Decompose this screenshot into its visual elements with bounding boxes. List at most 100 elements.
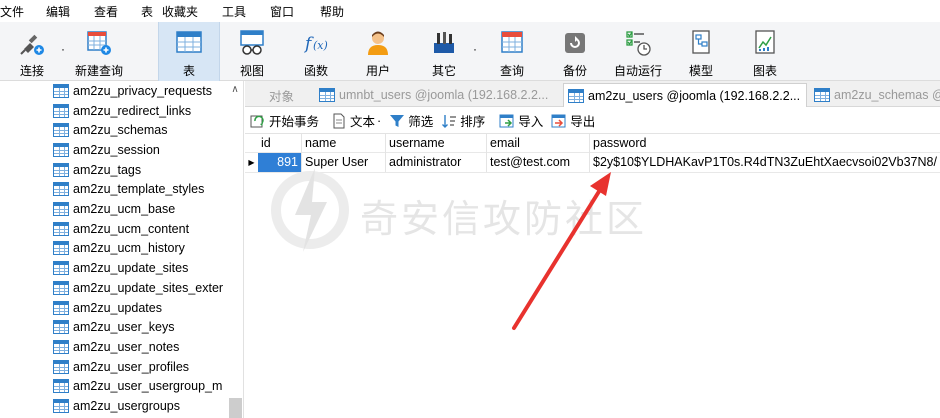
cell-email[interactable]: test@test.com — [487, 153, 590, 172]
column-header-id[interactable]: id — [258, 134, 302, 153]
menu-window[interactable]: 窗口 — [270, 3, 294, 20]
new-query-icon — [85, 29, 113, 57]
column-header-name[interactable]: name — [302, 134, 386, 153]
tree-item-label: am2zu_schemas — [73, 123, 168, 138]
tree-item-table[interactable]: am2zu_user_usergroup_m — [53, 377, 222, 397]
model-button[interactable]: 模型 — [681, 22, 721, 81]
query-button[interactable]: 查询 — [492, 22, 532, 81]
tree-item-table[interactable]: am2zu_tags — [53, 160, 141, 180]
tree-item-table[interactable]: am2zu_template_styles — [53, 180, 204, 200]
tree-item-table[interactable]: am2zu_session — [53, 140, 160, 160]
other-dropdown-icon[interactable]: · — [473, 42, 477, 56]
table-icon — [175, 29, 203, 57]
import-button[interactable]: 导入 — [499, 111, 543, 130]
new-query-label: 新建查询 — [74, 64, 123, 78]
connect-button[interactable]: 连接 — [12, 22, 52, 81]
text-button[interactable]: 文本 · — [331, 111, 381, 130]
export-button[interactable]: 导出 — [551, 111, 595, 130]
column-header-email[interactable]: email — [487, 134, 590, 153]
backup-icon — [561, 29, 589, 57]
user-label: 用户 — [365, 64, 390, 78]
tree-item-label: am2zu_ucm_base — [73, 202, 176, 217]
begin-transaction-label: 开始事务 — [269, 115, 320, 129]
tree-item-table[interactable]: am2zu_usergroups — [53, 396, 180, 416]
grid-header-row: id name username email password — [245, 134, 940, 153]
table-row[interactable]: ▶ 891 Super User administrator test@test… — [245, 153, 940, 173]
tab-bar: 对象 umnbt_users @joomla (192.168.2.2... a… — [245, 81, 940, 107]
table-icon — [53, 379, 69, 394]
connect-dropdown-icon[interactable]: · — [61, 42, 65, 56]
tab-am2zu-schemas[interactable]: am2zu_schemas @joomla — [810, 83, 940, 107]
table-icon — [53, 339, 69, 354]
view-button[interactable]: 视图 — [232, 22, 272, 81]
table-icon — [53, 280, 69, 295]
tree-item-table[interactable]: am2zu_update_sites_exter — [53, 278, 223, 298]
menu-edit[interactable]: 编辑 — [46, 3, 70, 20]
autorun-checklist-icon — [624, 29, 652, 57]
tree-item-table[interactable]: am2zu_privacy_requests — [53, 81, 212, 101]
cell-id[interactable]: 891 — [258, 153, 302, 172]
table-icon — [53, 182, 69, 197]
autorun-button[interactable]: 自动运行 — [612, 22, 664, 81]
tree-item-table[interactable]: am2zu_ucm_history — [53, 239, 185, 259]
menu-view[interactable]: 查看 — [94, 3, 118, 20]
tab-objects-label: 对象 — [269, 89, 295, 104]
menu-help[interactable]: 帮助 — [320, 3, 344, 20]
tree-item-table[interactable]: am2zu_schemas — [53, 120, 168, 140]
view-label: 视图 — [239, 64, 264, 78]
table-icon — [53, 261, 69, 276]
tab-label: umnbt_users @joomla (192.168.2.2... — [339, 88, 549, 102]
tree-item-table[interactable]: am2zu_user_notes — [53, 337, 179, 357]
text-dropdown-icon[interactable]: · — [377, 114, 381, 128]
column-header-password[interactable]: password — [590, 134, 940, 153]
table-subtoolbar: 开始事务 文本 · 筛选 排序 导入 导出 — [245, 108, 940, 134]
import-label: 导入 — [518, 115, 544, 129]
table-icon — [53, 142, 69, 157]
table-button[interactable]: 表 — [158, 22, 220, 81]
cell-password[interactable]: $2y$10$YLDHAKavP1T0s.R4dTN3ZuEhtXaecvsoi… — [590, 153, 940, 172]
autorun-label: 自动运行 — [613, 64, 662, 78]
cell-username[interactable]: administrator — [386, 153, 487, 172]
tree-item-label: am2zu_user_keys — [73, 320, 175, 335]
other-button[interactable]: 其它 — [424, 22, 464, 81]
scroll-up-arrow-icon[interactable]: ∧ — [228, 84, 242, 98]
tab-umnbt-users[interactable]: umnbt_users @joomla (192.168.2.2... — [315, 83, 560, 107]
tree-item-table[interactable]: am2zu_user_profiles — [53, 357, 189, 377]
cell-name[interactable]: Super User — [302, 153, 386, 172]
menu-favorites[interactable]: 收藏夹 — [162, 3, 198, 20]
backup-button[interactable]: 备份 — [555, 22, 595, 81]
tree-item-table[interactable]: am2zu_user_keys — [53, 317, 174, 337]
filter-funnel-icon — [389, 113, 405, 129]
column-header-username[interactable]: username — [386, 134, 487, 153]
sort-icon — [441, 113, 457, 129]
user-button[interactable]: 用户 — [358, 22, 398, 81]
tree-item-table[interactable]: am2zu_ucm_content — [53, 219, 189, 239]
tree-item-label: am2zu_user_usergroup_m — [73, 379, 223, 394]
sidebar-scrollbar-thumb[interactable] — [229, 398, 242, 418]
tree-item-table[interactable]: am2zu_ucm_base — [53, 199, 175, 219]
tree-item-label: am2zu_update_sites_exter — [73, 280, 224, 295]
chart-button[interactable]: 图表 — [745, 22, 785, 81]
tree-item-table[interactable]: am2zu_updates — [53, 298, 162, 318]
table-icon — [53, 241, 69, 256]
begin-transaction-button[interactable]: 开始事务 — [250, 111, 319, 130]
tab-am2zu-users[interactable]: am2zu_users @joomla (192.168.2.2... — [563, 83, 807, 107]
table-icon — [53, 83, 69, 98]
filter-button[interactable]: 筛选 — [389, 111, 433, 130]
tree-item-table[interactable]: am2zu_update_sites — [53, 258, 188, 278]
tree-item-label: am2zu_update_sites — [73, 261, 189, 276]
menu-tools[interactable]: 工具 — [222, 3, 246, 20]
tree-item-label: am2zu_session — [73, 142, 160, 157]
tree-item-label: am2zu_ucm_content — [73, 221, 190, 236]
table-icon — [53, 123, 69, 138]
tab-objects[interactable]: 对象 — [265, 83, 313, 107]
new-query-button[interactable]: 新建查询 — [70, 22, 128, 81]
svg-text:(x): (x) — [313, 39, 328, 52]
tree-item-table[interactable]: am2zu_redirect_links — [53, 101, 191, 121]
menu-file[interactable]: 文件 — [0, 3, 24, 20]
text-document-icon — [331, 113, 347, 129]
sort-button[interactable]: 排序 — [441, 111, 485, 130]
menu-table[interactable]: 表 — [141, 3, 153, 20]
tools-icon — [430, 29, 458, 57]
function-button[interactable]: f (x) 函数 — [296, 22, 336, 81]
